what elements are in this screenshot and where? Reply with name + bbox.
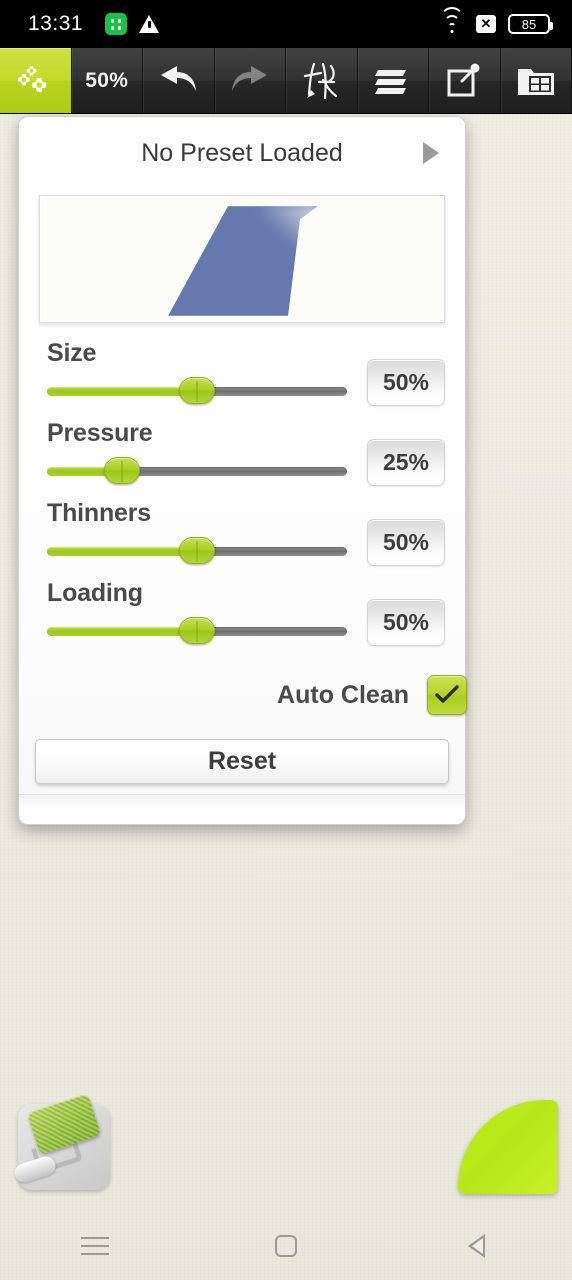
slider-label-pressure: Pressure bbox=[47, 419, 153, 447]
slider-track-thinners[interactable] bbox=[47, 537, 347, 564]
slider-row-loading: Loading 50% bbox=[39, 577, 445, 657]
status-bar-system-icons: ✕ 85 bbox=[440, 7, 553, 34]
nav-back-button[interactable] bbox=[427, 1221, 527, 1271]
settings-gears-button[interactable] bbox=[0, 48, 72, 113]
app-toolbar: 50% bbox=[0, 48, 572, 114]
battery-level-label: 85 bbox=[521, 16, 537, 32]
auto-clean-label: Auto Clean bbox=[277, 680, 409, 709]
gears-icon bbox=[17, 64, 53, 98]
preset-row[interactable]: No Preset Loaded bbox=[19, 117, 465, 189]
share-button[interactable] bbox=[429, 48, 501, 113]
gallery-button[interactable] bbox=[500, 48, 572, 113]
app-badge-icon bbox=[105, 13, 128, 35]
slider-row-thinners: Thinners 50% bbox=[39, 497, 445, 577]
brush-stroke-preview bbox=[39, 195, 445, 323]
slider-track-loading[interactable] bbox=[47, 617, 347, 644]
home-square-icon bbox=[274, 1235, 297, 1257]
redo-button[interactable] bbox=[214, 48, 286, 113]
slider-track-size[interactable] bbox=[47, 377, 347, 404]
slider-value-loading[interactable]: 50% bbox=[367, 599, 445, 646]
slider-row-pressure: Pressure 25% bbox=[39, 417, 445, 497]
nav-home-button[interactable] bbox=[236, 1221, 336, 1271]
slider-fill-thinners bbox=[47, 547, 197, 556]
brush-settings-panel: No Preset Loaded Size 50% Pressure 25% T… bbox=[18, 116, 467, 825]
slider-value-pressure[interactable]: 25% bbox=[367, 439, 445, 486]
slider-list: Size 50% Pressure 25% Thinners 50% Loadi… bbox=[19, 323, 465, 657]
reset-button[interactable]: Reset bbox=[35, 739, 449, 784]
gallery-folder-icon bbox=[515, 62, 557, 100]
auto-clean-row: Auto Clean bbox=[19, 659, 467, 731]
warning-triangle-icon bbox=[139, 15, 160, 33]
slider-fill-size bbox=[47, 387, 197, 396]
back-triangle-icon bbox=[468, 1234, 486, 1258]
slider-thumb-pressure[interactable] bbox=[104, 457, 140, 484]
zoom-level-label: 50% bbox=[85, 68, 129, 92]
wifi-icon bbox=[440, 7, 464, 33]
undo-arrow-icon bbox=[155, 63, 201, 99]
brush-settings-body: No Preset Loaded Size 50% Pressure 25% T… bbox=[19, 117, 467, 824]
paint-roller-icon[interactable] bbox=[10, 1093, 120, 1196]
status-bar-notifications bbox=[105, 13, 160, 35]
panel-footer bbox=[19, 794, 465, 824]
slider-row-size: Size 50% bbox=[39, 337, 445, 417]
slider-thumb-size[interactable] bbox=[179, 377, 215, 404]
zoom-level-button[interactable]: 50% bbox=[71, 48, 143, 113]
triangle-right-icon[interactable] bbox=[423, 142, 439, 164]
slider-thumb-loading[interactable] bbox=[179, 617, 215, 644]
checkmark-icon bbox=[434, 684, 460, 706]
reset-row: Reset bbox=[19, 731, 465, 784]
redo-arrow-icon bbox=[227, 63, 273, 99]
slider-fill-loading bbox=[47, 627, 197, 636]
layers-button[interactable] bbox=[357, 48, 429, 113]
slider-label-size: Size bbox=[47, 339, 97, 367]
preset-label: No Preset Loaded bbox=[141, 138, 343, 167]
brushes-icon bbox=[301, 60, 341, 102]
status-bar-clock: 13:31 bbox=[28, 12, 84, 35]
android-nav-bar bbox=[0, 1212, 572, 1280]
slider-label-loading: Loading bbox=[47, 579, 143, 607]
preview-stroke-shape bbox=[168, 206, 318, 316]
battery-indicator: 85 bbox=[508, 14, 553, 34]
app-screen: 13:31 ✕ 85 50% No Preset Loaded Size 50%… bbox=[0, 0, 572, 1280]
brushes-button[interactable] bbox=[286, 48, 358, 113]
auto-clean-checkbox[interactable] bbox=[427, 675, 467, 715]
slider-track-pressure[interactable] bbox=[47, 457, 347, 484]
x-close-icon: ✕ bbox=[476, 15, 496, 33]
current-color-swatch[interactable] bbox=[458, 1100, 558, 1194]
slider-label-thinners: Thinners bbox=[47, 499, 151, 527]
status-bar: 13:31 ✕ 85 bbox=[0, 0, 572, 48]
nav-recents-button[interactable] bbox=[45, 1221, 145, 1271]
slider-value-size[interactable]: 50% bbox=[367, 359, 445, 406]
layers-icon bbox=[370, 63, 416, 99]
menu-recents-icon bbox=[81, 1245, 110, 1247]
undo-button[interactable] bbox=[143, 48, 215, 113]
share-export-icon bbox=[444, 61, 484, 101]
slider-thumb-thinners[interactable] bbox=[179, 537, 215, 564]
slider-value-thinners[interactable]: 50% bbox=[367, 519, 445, 566]
